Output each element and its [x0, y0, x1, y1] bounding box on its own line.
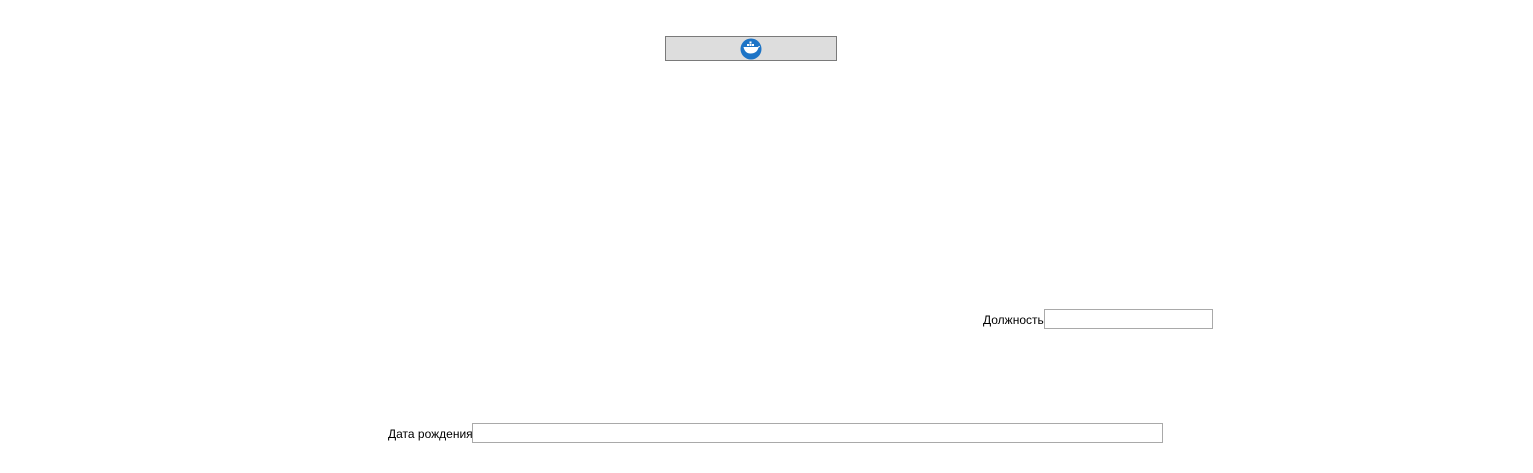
docker-button[interactable]	[665, 36, 837, 61]
position-label: Должность	[983, 313, 1044, 327]
docker-whale-icon	[740, 38, 762, 60]
position-input[interactable]	[1044, 309, 1213, 329]
birth-date-input[interactable]	[472, 423, 1163, 443]
birth-date-label: Дата рождения	[388, 427, 473, 441]
